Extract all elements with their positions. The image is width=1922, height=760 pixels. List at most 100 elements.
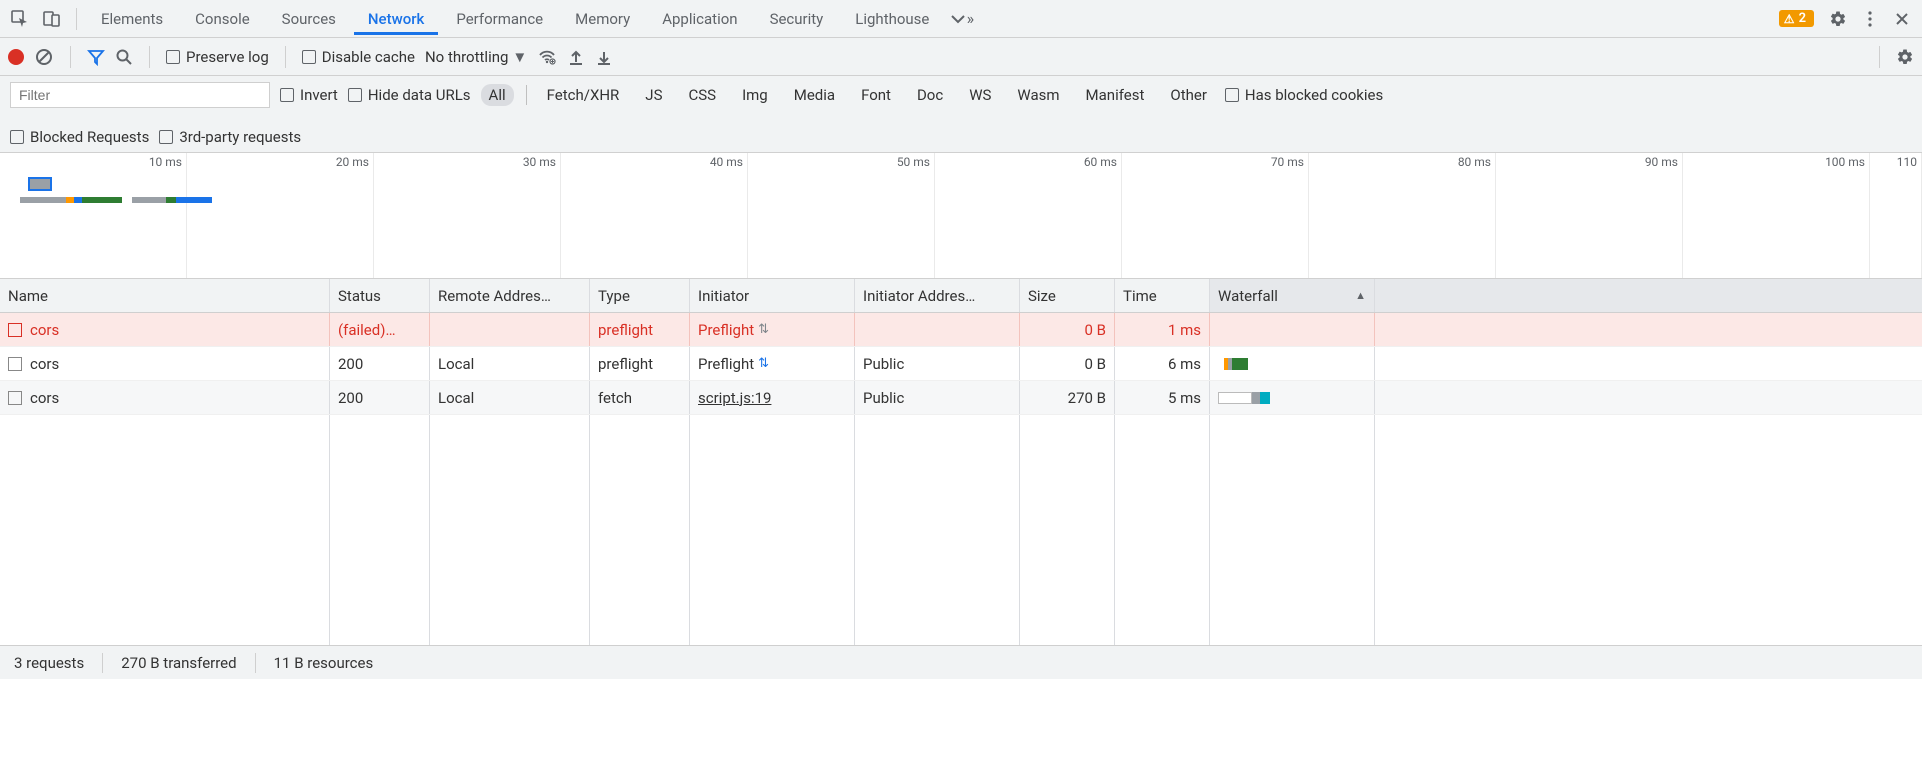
hide-data-urls-checkbox[interactable]: Hide data URLs [348, 86, 471, 104]
type-filter-img[interactable]: Img [734, 84, 776, 106]
col-initiator-addr[interactable]: Initiator Addres… [855, 279, 1020, 312]
col-type[interactable]: Type [590, 279, 690, 312]
request-status: 200 [330, 381, 430, 414]
tab-console[interactable]: Console [181, 2, 264, 35]
type-filter-ws[interactable]: WS [961, 84, 999, 106]
third-party-checkbox[interactable]: 3rd-party requests [159, 128, 301, 146]
devtools-tabbar: Elements Console Sources Network Perform… [0, 0, 1922, 38]
request-waterfall [1210, 347, 1375, 380]
type-filter-fetchxhr[interactable]: Fetch/XHR [539, 84, 628, 106]
tab-lighthouse[interactable]: Lighthouse [841, 2, 943, 35]
col-remote[interactable]: Remote Addres… [430, 279, 590, 312]
col-status[interactable]: Status [330, 279, 430, 312]
tab-sources[interactable]: Sources [268, 2, 350, 35]
preserve-log-checkbox[interactable]: Preserve log [166, 48, 269, 66]
col-initiator[interactable]: Initiator [690, 279, 855, 312]
divider [70, 46, 71, 68]
col-waterfall[interactable]: Waterfall▲ [1210, 279, 1375, 312]
search-icon[interactable] [115, 48, 133, 66]
record-button[interactable] [8, 49, 24, 65]
network-settings-icon[interactable] [1896, 48, 1914, 66]
throttling-value: No throttling [425, 48, 508, 66]
col-waterfall-pad [1375, 279, 1922, 312]
network-conditions-icon[interactable] [537, 47, 557, 67]
type-filter-media[interactable]: Media [786, 84, 843, 106]
type-filter-css[interactable]: CSS [680, 84, 724, 106]
request-initiator[interactable]: Preflight ⇅ [690, 313, 855, 346]
type-filter-doc[interactable]: Doc [909, 84, 951, 106]
divider [102, 653, 103, 673]
tab-memory[interactable]: Memory [561, 2, 644, 35]
request-size: 0 B [1020, 313, 1115, 346]
type-filter-wasm[interactable]: Wasm [1009, 84, 1067, 106]
col-size[interactable]: Size [1020, 279, 1115, 312]
third-party-label: 3rd-party requests [179, 128, 301, 146]
device-toolbar-icon[interactable] [38, 5, 66, 33]
table-row[interactable]: cors 200 Local fetch script.js:19 Public… [0, 381, 1922, 415]
request-type: preflight [590, 347, 690, 380]
blocked-requests-checkbox[interactable]: Blocked Requests [10, 128, 149, 146]
tab-application[interactable]: Application [648, 2, 751, 35]
sort-asc-icon: ▲ [1355, 289, 1366, 302]
ov-tick: 20 ms [336, 155, 369, 169]
network-filterbar: Invert Hide data URLs All Fetch/XHR JS C… [0, 76, 1922, 153]
request-name: cors [30, 321, 59, 339]
type-filter-font[interactable]: Font [853, 84, 899, 106]
upload-har-icon[interactable] [567, 48, 585, 66]
request-status: 200 [330, 347, 430, 380]
tab-elements[interactable]: Elements [87, 2, 177, 35]
type-filter-manifest[interactable]: Manifest [1078, 84, 1153, 106]
divider [76, 8, 77, 30]
type-filter-all[interactable]: All [481, 84, 514, 106]
file-icon [8, 323, 22, 337]
ov-tick: 110 [1897, 155, 1917, 169]
download-har-icon[interactable] [595, 48, 613, 66]
request-table: Name Status Remote Addres… Type Initiato… [0, 279, 1922, 645]
has-blocked-cookies-checkbox[interactable]: Has blocked cookies [1225, 86, 1383, 104]
blocked-requests-label: Blocked Requests [30, 128, 149, 146]
settings-icon[interactable] [1824, 5, 1852, 33]
issues-badge[interactable]: ⚠ 2 [1779, 10, 1814, 27]
request-size: 0 B [1020, 347, 1115, 380]
has-blocked-cookies-label: Has blocked cookies [1245, 86, 1383, 104]
overview-selection[interactable] [28, 177, 52, 191]
ov-tick: 80 ms [1458, 155, 1491, 169]
close-devtools-icon[interactable] [1888, 5, 1916, 33]
col-time[interactable]: Time [1115, 279, 1210, 312]
tab-performance[interactable]: Performance [442, 2, 557, 35]
request-name: cors [30, 389, 59, 407]
inspect-element-icon[interactable] [6, 5, 34, 33]
request-initiator[interactable]: Preflight ⇅ [690, 347, 855, 380]
request-initiator[interactable]: script.js:19 [690, 381, 855, 414]
type-filter-other[interactable]: Other [1162, 84, 1215, 106]
disable-cache-label: Disable cache [322, 48, 415, 66]
ov-tick: 70 ms [1271, 155, 1304, 169]
status-resources: 11 B resources [274, 654, 374, 672]
ov-tick: 10 ms [149, 155, 182, 169]
request-remote: Local [430, 347, 590, 380]
invert-checkbox[interactable]: Invert [280, 86, 338, 104]
request-size: 270 B [1020, 381, 1115, 414]
table-row[interactable]: cors 200 Local preflight Preflight ⇅ Pub… [0, 347, 1922, 381]
overview-bar [166, 197, 176, 203]
filter-input[interactable] [10, 82, 270, 108]
tab-network[interactable]: Network [354, 2, 438, 35]
throttling-select[interactable]: No throttling ▼ [425, 48, 527, 66]
type-filter-js[interactable]: JS [637, 84, 670, 106]
col-name[interactable]: Name [0, 279, 330, 312]
ov-tick: 50 ms [897, 155, 930, 169]
request-waterfall [1210, 381, 1375, 414]
filter-toggle-icon[interactable] [87, 48, 105, 66]
divider [526, 85, 527, 105]
table-row[interactable]: cors (failed)… preflight Preflight ⇅ 0 B… [0, 313, 1922, 347]
tab-security[interactable]: Security [756, 2, 838, 35]
overview-bar [82, 197, 122, 203]
kebab-menu-icon[interactable] [1856, 5, 1884, 33]
clear-icon[interactable] [34, 47, 54, 67]
request-name: cors [30, 355, 59, 373]
request-time: 6 ms [1115, 347, 1210, 380]
more-tabs-icon[interactable]: » [947, 5, 975, 33]
hide-data-urls-label: Hide data URLs [368, 86, 471, 104]
timeline-overview[interactable]: 10 ms 20 ms 30 ms 40 ms 50 ms 60 ms 70 m… [0, 153, 1922, 279]
disable-cache-checkbox[interactable]: Disable cache [302, 48, 415, 66]
